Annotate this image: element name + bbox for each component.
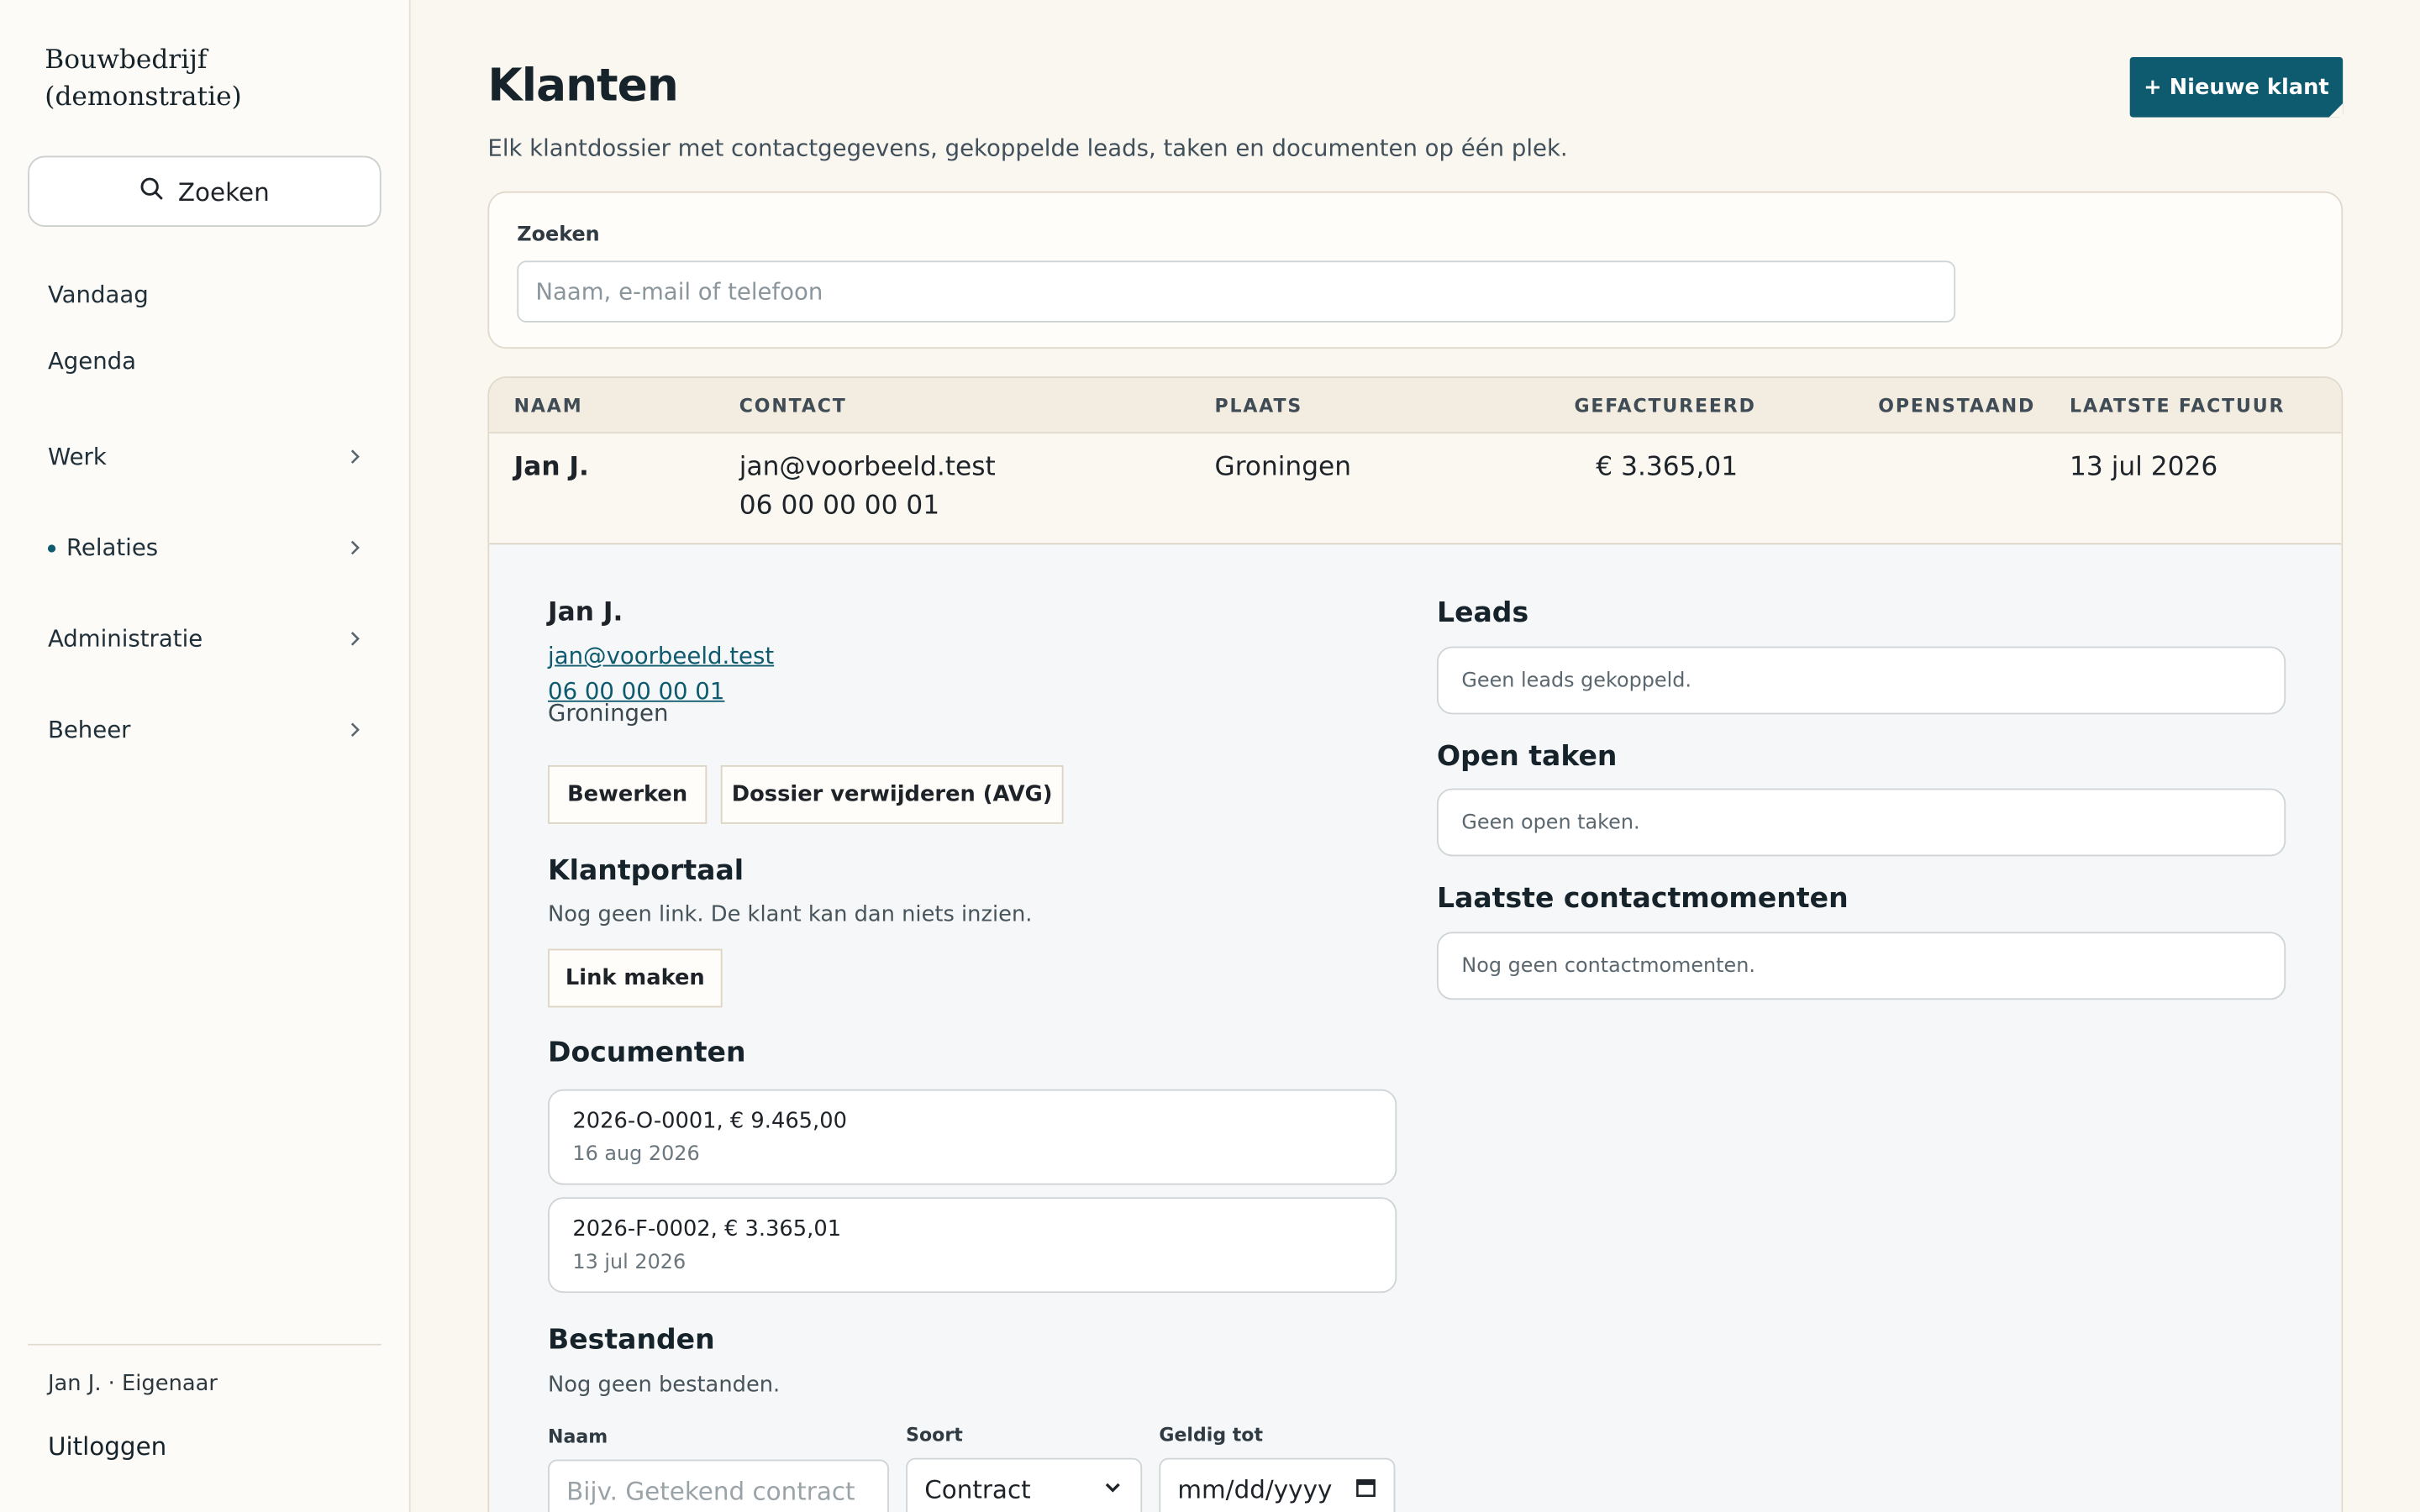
table-header: NAAM CONTACT PLAATS GEFACTUREERD OPENSTA… — [489, 378, 2342, 434]
sidebar-group-beheer[interactable]: Beheer — [48, 716, 363, 743]
logout-link[interactable]: Uitloggen — [48, 1431, 166, 1461]
detail-email-link[interactable]: jan@voorbeeld.test — [548, 642, 774, 669]
detail-city: Groningen — [548, 699, 669, 727]
contacts-empty-card: Nog geen contactmomenten. — [1437, 932, 2286, 1000]
app-root: Bouwbedrijf (demonstratie) Zoeken Vandaa… — [0, 0, 2420, 1512]
file-valid-placeholder: mm/dd/yyyy — [1177, 1474, 1333, 1504]
sidebar-group-administratie[interactable]: Administratie — [48, 625, 363, 653]
column-header-laatste-factuur[interactable]: LAATSTE FACTUUR — [2070, 395, 2285, 417]
cell-plaats: Groningen — [1214, 452, 1352, 483]
leads-empty-card: Geen leads gekoppeld. — [1437, 646, 2286, 715]
chevron-right-icon — [347, 443, 362, 470]
sidebar: Bouwbedrijf (demonstratie) Zoeken Vandaa… — [0, 0, 411, 1512]
sidebar-group-label: Relaties — [66, 533, 159, 562]
search-input[interactable] — [517, 260, 1956, 323]
file-name-label: Naam — [548, 1425, 608, 1447]
chevron-down-icon — [1102, 1474, 1123, 1504]
file-valid-date-input[interactable]: mm/dd/yyyy — [1159, 1457, 1396, 1512]
document-card[interactable]: 2026-O-0001, € 9.465,00 16 aug 2026 — [548, 1089, 1397, 1185]
new-client-button[interactable]: + Nieuwe klant — [2129, 56, 2344, 118]
active-dot-icon — [47, 543, 56, 552]
cell-naam: Jan J. — [513, 452, 589, 483]
files-empty-text: Nog geen bestanden. — [548, 1373, 781, 1399]
delete-dossier-button[interactable]: Dossier verwijderen (AVG) — [720, 765, 1064, 824]
search-icon — [139, 176, 164, 207]
file-valid-label: Geldig tot — [1159, 1424, 1263, 1446]
chevron-right-icon — [347, 534, 362, 562]
chevron-right-icon — [347, 625, 362, 653]
sidebar-group-relaties[interactable]: Relaties — [47, 533, 363, 562]
create-link-button[interactable]: Link maken — [548, 948, 723, 1008]
file-name-input[interactable]: Bijv. Getekend contract — [548, 1459, 889, 1512]
sidebar-item-agenda[interactable]: Agenda — [48, 347, 136, 375]
column-header-plaats[interactable]: PLAATS — [1215, 395, 1303, 417]
column-header-gefactureerd[interactable]: GEFACTUREERD — [1574, 395, 1755, 417]
tasks-empty-card: Geen open taken. — [1437, 788, 2286, 857]
client-detail-panel: Jan J. jan@voorbeeld.test 06 00 00 00 01… — [489, 544, 2342, 1512]
column-header-naam[interactable]: NAAM — [514, 395, 583, 417]
cell-laatste-factuur: 13 jul 2026 — [2070, 452, 2218, 483]
sidebar-divider — [28, 1343, 381, 1346]
tasks-title: Open taken — [1437, 740, 1618, 774]
column-header-openstaand[interactable]: OPENSTAAND — [1878, 395, 2035, 417]
new-client-label: + Nieuwe klant — [2144, 75, 2329, 100]
sidebar-group-label: Werk — [47, 443, 107, 471]
button-corner-cut — [2328, 103, 2344, 118]
table-row[interactable]: Jan J. jan@voorbeeld.test 06 00 00 00 01… — [489, 433, 2342, 545]
portal-text: Nog geen link. De klant kan dan niets in… — [548, 902, 1033, 927]
file-type-value: Contract — [924, 1474, 1031, 1504]
contacts-title: Laatste contactmomenten — [1437, 882, 1849, 916]
current-user: Jan J. · Eigenaar — [47, 1371, 218, 1397]
sidebar-search-label: Zoeken — [177, 176, 270, 207]
sidebar-group-label: Administratie — [47, 624, 203, 653]
document-date: 16 aug 2026 — [572, 1143, 700, 1167]
sidebar-group-werk[interactable]: Werk — [48, 443, 363, 470]
sidebar-search-button[interactable]: Zoeken — [28, 155, 381, 228]
cell-email: jan@voorbeeld.test — [739, 452, 996, 483]
page-title: Klanten — [487, 58, 678, 112]
document-title: 2026-O-0001, € 9.465,00 — [572, 1109, 847, 1135]
edit-button[interactable]: Bewerken — [548, 765, 708, 824]
column-header-contact[interactable]: CONTACT — [739, 395, 847, 417]
sidebar-group-label: Beheer — [47, 716, 131, 744]
document-title: 2026-F-0002, € 3.365,01 — [572, 1217, 842, 1242]
file-type-select[interactable]: Contract — [906, 1457, 1143, 1512]
leads-title: Leads — [1437, 596, 1529, 630]
documents-title: Documenten — [548, 1037, 746, 1069]
cell-gefactureerd: € 3.365,01 — [1596, 452, 1739, 483]
search-card: Zoeken — [487, 191, 2344, 349]
sidebar-item-vandaag[interactable]: Vandaag — [48, 281, 149, 308]
chevron-right-icon — [347, 716, 362, 743]
files-title: Bestanden — [548, 1323, 715, 1357]
brand-name: Bouwbedrijf (demonstratie) — [45, 45, 242, 113]
document-card[interactable]: 2026-F-0002, € 3.365,01 13 jul 2026 — [548, 1197, 1397, 1294]
document-date: 13 jul 2026 — [572, 1251, 687, 1275]
search-label: Zoeken — [517, 223, 600, 247]
page-subtitle: Elk klantdossier met contactgegevens, ge… — [487, 134, 1568, 162]
cell-telefoon: 06 00 00 00 01 — [739, 491, 940, 522]
portal-title: Klantportaal — [548, 854, 744, 888]
clients-table: NAAM CONTACT PLAATS GEFACTUREERD OPENSTA… — [487, 376, 2344, 1512]
file-type-label: Soort — [906, 1424, 963, 1446]
calendar-icon[interactable] — [1355, 1474, 1377, 1504]
detail-client-name: Jan J. — [548, 596, 623, 628]
